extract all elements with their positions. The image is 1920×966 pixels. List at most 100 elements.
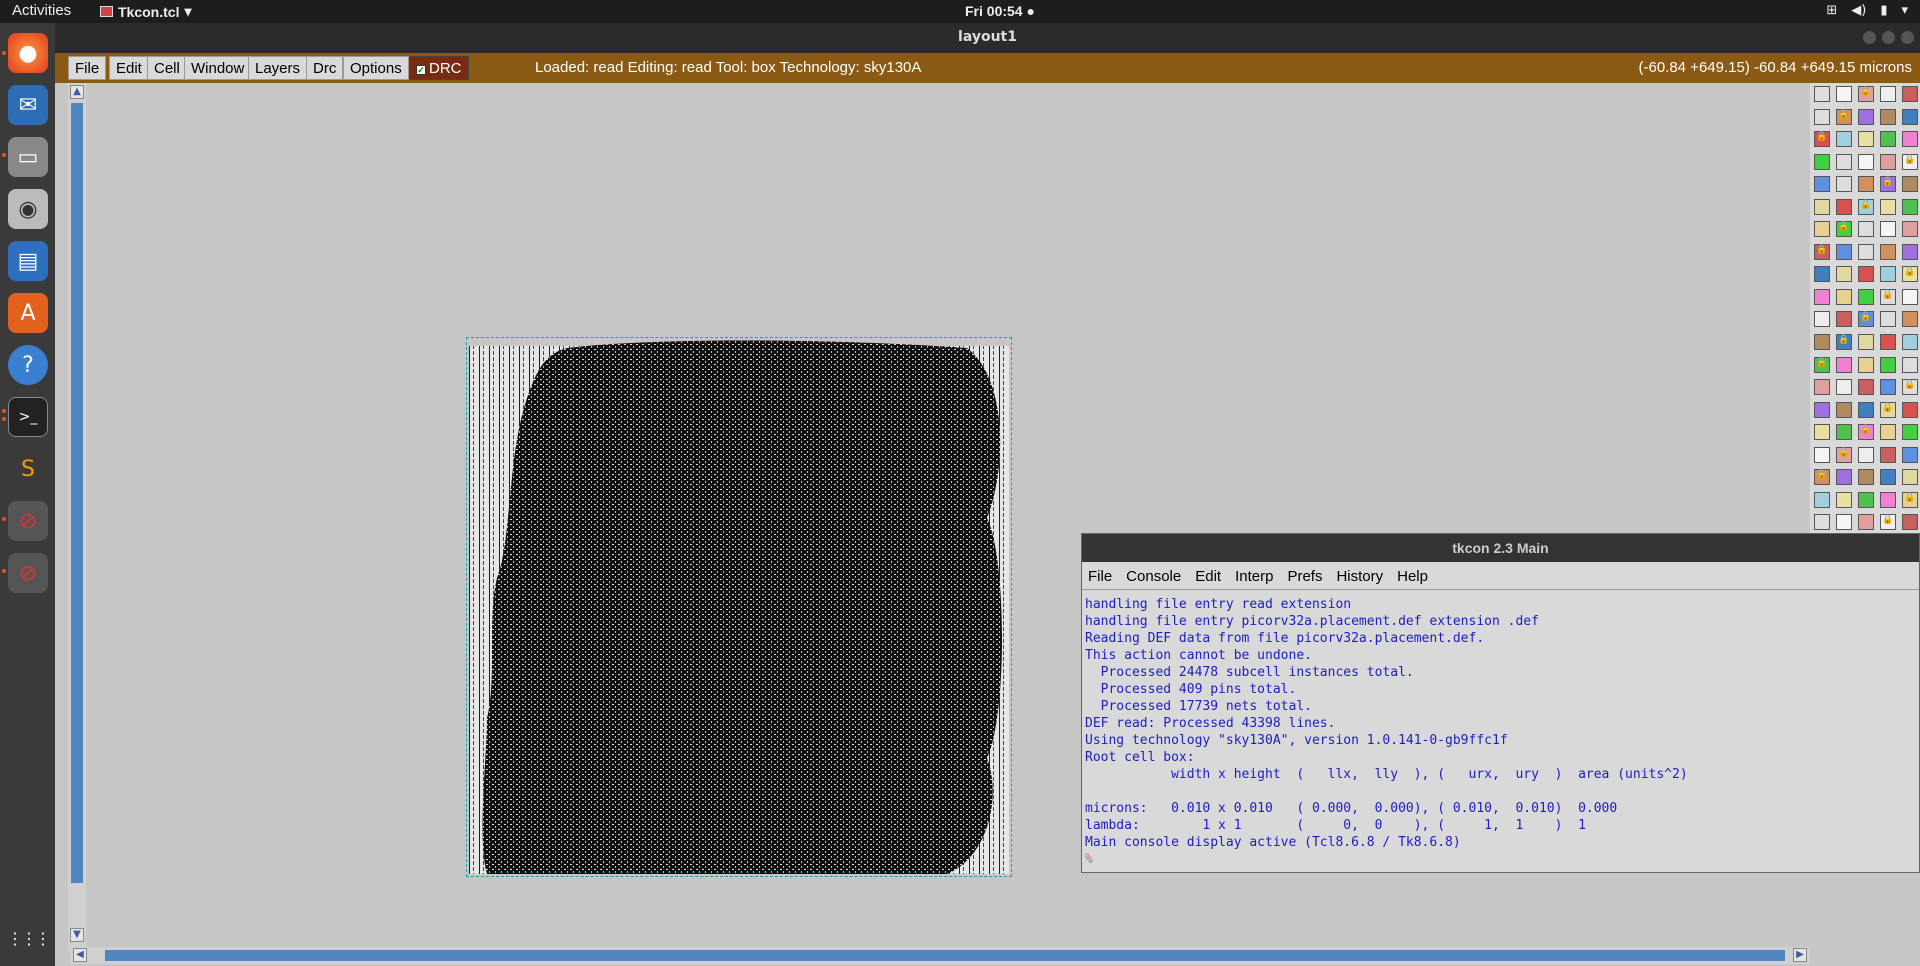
lock-icon[interactable]: 🔒 bbox=[1902, 379, 1918, 396]
layer-swatch[interactable] bbox=[1814, 401, 1830, 418]
lock-icon[interactable]: 🔒 bbox=[1858, 86, 1874, 102]
layer-swatch[interactable] bbox=[1836, 266, 1852, 283]
layer-swatch[interactable] bbox=[1880, 153, 1896, 170]
lock-icon[interactable]: 🔒 bbox=[1880, 176, 1896, 193]
layer-swatch[interactable] bbox=[1902, 446, 1918, 463]
layer-swatch[interactable] bbox=[1836, 198, 1852, 215]
scroll-left-icon[interactable]: ◀ bbox=[73, 948, 87, 962]
layer-swatch[interactable] bbox=[1858, 469, 1874, 486]
layer-swatch[interactable] bbox=[1902, 176, 1918, 193]
drc-toggle[interactable]: ✓ DRC bbox=[409, 56, 469, 80]
lock-icon[interactable]: 🔒 bbox=[1858, 424, 1874, 441]
layer-swatch[interactable] bbox=[1836, 153, 1852, 170]
horizontal-scroll-thumb[interactable] bbox=[105, 950, 1785, 961]
layer-swatch[interactable] bbox=[1814, 311, 1830, 328]
tkcon-menu-console[interactable]: Console bbox=[1126, 568, 1181, 589]
sublime-icon[interactable]: S bbox=[8, 449, 48, 489]
layer-swatch[interactable] bbox=[1880, 108, 1896, 125]
layer-swatch[interactable] bbox=[1858, 176, 1874, 193]
layer-swatch[interactable] bbox=[1902, 311, 1918, 328]
layer-swatch[interactable] bbox=[1836, 131, 1852, 148]
menu-drc[interactable]: Drc bbox=[306, 56, 344, 80]
lock-icon[interactable]: 🔒 bbox=[1902, 266, 1918, 283]
menu-window[interactable]: Window bbox=[184, 56, 252, 80]
writer-icon[interactable]: ▤ bbox=[8, 241, 48, 281]
lock-icon[interactable]: 🔒 bbox=[1814, 356, 1830, 373]
app-icon-2[interactable]: ⊘ bbox=[8, 553, 48, 593]
tkcon-menu-edit[interactable]: Edit bbox=[1195, 568, 1221, 589]
menu-cell[interactable]: Cell bbox=[147, 56, 187, 80]
show-apps-icon[interactable]: ⋮⋮⋮ bbox=[7, 918, 51, 958]
layer-swatch[interactable] bbox=[1902, 221, 1918, 238]
layer-swatch[interactable] bbox=[1858, 334, 1874, 351]
lock-icon[interactable]: 🔒 bbox=[1858, 311, 1874, 328]
close-icon[interactable] bbox=[1901, 31, 1914, 44]
layer-swatch[interactable] bbox=[1880, 311, 1896, 328]
layer-swatch[interactable] bbox=[1814, 108, 1830, 125]
layer-swatch[interactable] bbox=[1858, 356, 1874, 373]
lock-icon[interactable]: 🔒 bbox=[1836, 108, 1852, 125]
layer-swatch[interactable] bbox=[1902, 108, 1918, 125]
vertical-scroll-thumb[interactable] bbox=[71, 103, 83, 883]
window-titlebar[interactable]: layout1 bbox=[55, 23, 1920, 53]
layer-swatch[interactable] bbox=[1814, 334, 1830, 351]
layer-swatch[interactable] bbox=[1814, 153, 1830, 170]
app-menu[interactable]: Tkcon.tcl ▾ bbox=[100, 3, 192, 20]
layer-swatch[interactable] bbox=[1902, 198, 1918, 215]
layer-swatch[interactable] bbox=[1814, 198, 1830, 215]
maximize-icon[interactable] bbox=[1882, 31, 1895, 44]
layer-swatch[interactable] bbox=[1858, 131, 1874, 148]
menu-layers[interactable]: Layers bbox=[248, 56, 308, 80]
layer-swatch[interactable] bbox=[1836, 176, 1852, 193]
layer-swatch[interactable] bbox=[1858, 221, 1874, 238]
layer-swatch[interactable] bbox=[1902, 131, 1918, 148]
layer-swatch[interactable] bbox=[1858, 379, 1874, 396]
layer-swatch[interactable] bbox=[1880, 221, 1896, 238]
help-icon[interactable]: ? bbox=[8, 345, 48, 385]
lock-icon[interactable]: 🔒 bbox=[1836, 221, 1852, 238]
layer-swatch[interactable] bbox=[1858, 266, 1874, 283]
lock-icon[interactable]: 🔒 bbox=[1902, 491, 1918, 508]
layer-swatch[interactable] bbox=[1836, 356, 1852, 373]
layer-swatch[interactable] bbox=[1880, 424, 1896, 441]
app-icon-1[interactable]: ⊘ bbox=[8, 501, 48, 541]
layer-swatch[interactable] bbox=[1880, 356, 1896, 373]
menu-edit[interactable]: Edit bbox=[109, 56, 149, 80]
layer-swatch[interactable] bbox=[1814, 266, 1830, 283]
layer-swatch[interactable] bbox=[1902, 514, 1918, 531]
layer-swatch[interactable] bbox=[1902, 334, 1918, 351]
layer-swatch[interactable] bbox=[1836, 469, 1852, 486]
tkcon-title[interactable]: tkcon 2.3 Main bbox=[1082, 534, 1919, 562]
layer-swatch[interactable] bbox=[1836, 243, 1852, 260]
firefox-icon[interactable]: ● bbox=[8, 33, 48, 73]
clock[interactable]: Fri 00:54 ● bbox=[965, 3, 1035, 19]
layer-swatch[interactable] bbox=[1902, 243, 1918, 260]
layer-swatch[interactable] bbox=[1814, 288, 1830, 305]
layer-swatch[interactable] bbox=[1836, 86, 1852, 102]
layer-swatch[interactable] bbox=[1814, 424, 1830, 441]
tkcon-menu-file[interactable]: File bbox=[1088, 568, 1112, 589]
layer-swatch[interactable] bbox=[1814, 514, 1830, 531]
layer-swatch[interactable] bbox=[1858, 288, 1874, 305]
rhythmbox-icon[interactable]: ◉ bbox=[8, 189, 48, 229]
layer-swatch[interactable] bbox=[1858, 446, 1874, 463]
layer-swatch[interactable] bbox=[1858, 491, 1874, 508]
layer-swatch[interactable] bbox=[1880, 131, 1896, 148]
horizontal-scrollbar[interactable]: ◀ ▶ bbox=[70, 947, 1810, 964]
menu-file[interactable]: File bbox=[68, 56, 107, 80]
software-icon[interactable]: A bbox=[8, 293, 48, 333]
layer-swatch[interactable] bbox=[1880, 266, 1896, 283]
console-prompt[interactable]: % bbox=[1085, 851, 1919, 868]
layer-swatch[interactable] bbox=[1814, 379, 1830, 396]
minimize-icon[interactable] bbox=[1863, 31, 1876, 44]
tkcon-menu-history[interactable]: History bbox=[1336, 568, 1383, 589]
layer-swatch[interactable] bbox=[1880, 86, 1896, 102]
layer-swatch[interactable] bbox=[1814, 176, 1830, 193]
lock-icon[interactable]: 🔒 bbox=[1880, 401, 1896, 418]
terminal-icon[interactable]: >_ bbox=[8, 397, 48, 437]
layer-swatch[interactable] bbox=[1814, 491, 1830, 508]
layer-swatch[interactable] bbox=[1880, 334, 1896, 351]
layer-swatch[interactable] bbox=[1902, 288, 1918, 305]
tkcon-menu-help[interactable]: Help bbox=[1397, 568, 1428, 589]
layer-swatch[interactable] bbox=[1836, 424, 1852, 441]
